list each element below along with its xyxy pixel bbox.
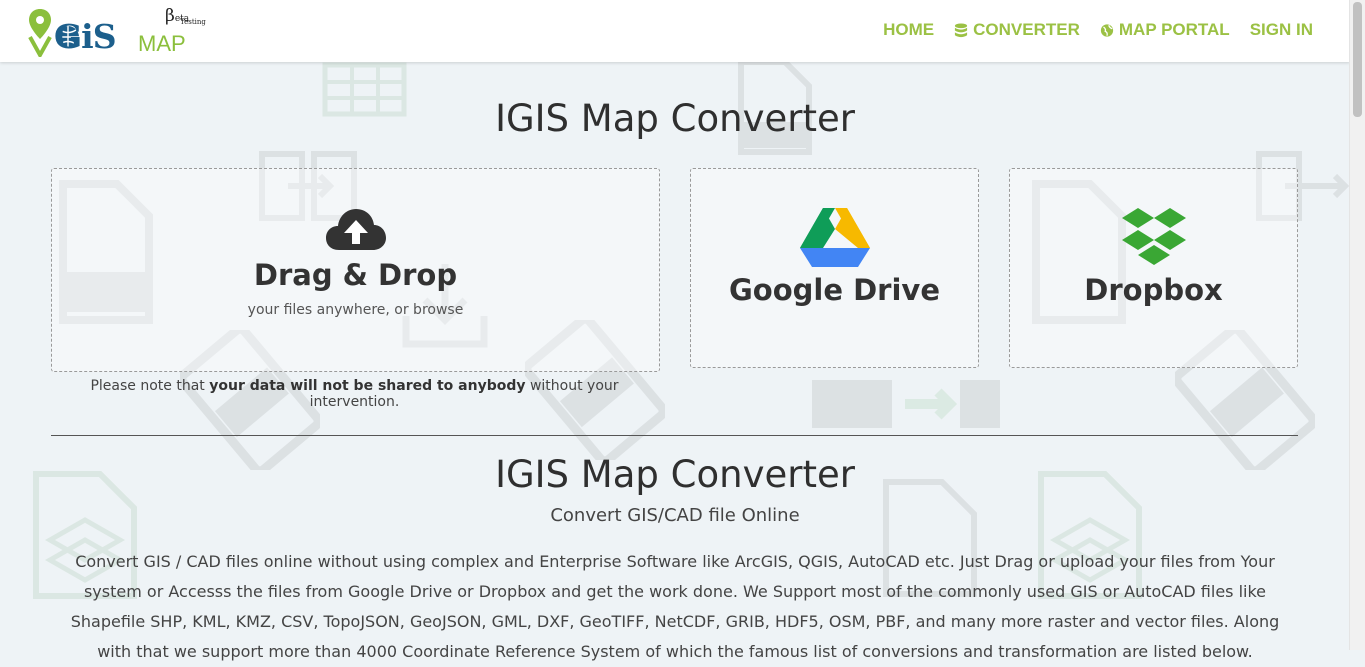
nav-sign-in[interactable]: SIGN IN	[1250, 20, 1313, 40]
nav-map-portal[interactable]: MAP PORTAL	[1100, 20, 1230, 40]
dropbox-title: Dropbox	[1084, 273, 1223, 307]
logo-gis-text: GiS	[54, 17, 117, 56]
igis-map-logo[interactable]: GiS MAP βeta Testing	[28, 5, 218, 57]
dropbox-button[interactable]: Dropbox	[1009, 168, 1298, 368]
google-drive-button[interactable]: Google Drive	[690, 168, 979, 368]
privacy-prefix: Please note that	[90, 378, 210, 394]
privacy-bold: your data will not be shared to anybody	[209, 378, 526, 394]
main-nav: HOME CONVERTER MAP PORTAL SIGN IN	[883, 20, 1313, 40]
google-drive-icon	[799, 208, 870, 267]
privacy-note: Please note that your data will not be s…	[51, 378, 658, 410]
drag-drop-subtitle: your files anywhere, or browse	[247, 302, 464, 318]
database-icon	[955, 22, 968, 37]
section-divider	[51, 435, 1298, 436]
section-description: Convert GIS / CAD files online without u…	[70, 552, 1280, 661]
map-pin-icon	[28, 9, 52, 57]
page-title: IGIS Map Converter	[495, 97, 855, 140]
top-navbar: GiS MAP βeta Testing HOME CONVERTER MAP …	[0, 0, 1350, 62]
scrollbar-thumb[interactable]	[1353, 2, 1362, 117]
nav-converter-label: CONVERTER	[973, 20, 1080, 39]
logo-map-text: MAP	[138, 31, 186, 56]
mkv-to-mp-icon	[812, 380, 1000, 428]
google-drive-title: Google Drive	[728, 273, 940, 307]
nav-map-portal-label: MAP PORTAL	[1118, 20, 1230, 39]
beta-symbol: β	[165, 6, 175, 26]
nav-sign-in-label: SIGN IN	[1249, 20, 1313, 39]
globe-icon	[1100, 23, 1113, 37]
drag-drop-title: Drag & Drop	[253, 258, 458, 292]
nav-home[interactable]: HOME	[883, 20, 934, 40]
section-title: IGIS Map Converter	[495, 453, 855, 496]
nav-home-label: HOME	[883, 20, 935, 39]
dropbox-icon	[1121, 208, 1186, 265]
cloud-upload-icon	[325, 209, 386, 250]
beta-testing-note: Testing	[180, 18, 206, 26]
nav-converter[interactable]: CONVERTER	[954, 20, 1080, 40]
drag-drop-upload-area[interactable]: Drag & Drop your files anywhere, or brow…	[51, 168, 660, 372]
section-subtitle: Convert GIS/CAD file Online	[550, 505, 800, 526]
page-scrollbar[interactable]	[1349, 0, 1365, 650]
